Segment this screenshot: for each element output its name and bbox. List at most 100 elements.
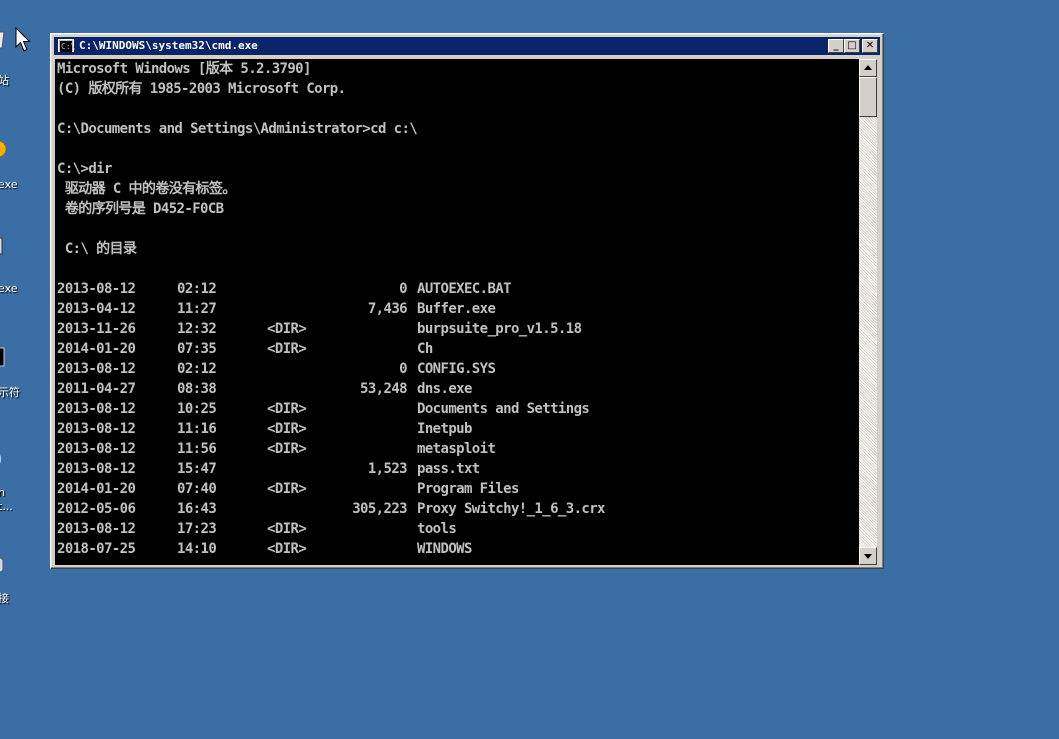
entry-time: 02:12 <box>177 281 217 297</box>
desktop-icon-connection[interactable]: 接 <box>0 550 40 620</box>
entry-dir-flag: <DIR> <box>267 541 307 557</box>
arrow-down-icon <box>864 554 872 559</box>
entry-date: 2014-01-20 <box>57 481 136 497</box>
entry-time: 11:27 <box>177 301 217 317</box>
entry-name: pass.txt <box>417 461 480 477</box>
entry-date: 2011-04-27 <box>57 381 136 397</box>
connection-icon <box>0 557 4 573</box>
app-exe-icon-1 <box>0 140 6 158</box>
entry-name: metasploit <box>417 441 496 457</box>
entry-name: burpsuite_pro_v1.5.18 <box>417 321 582 337</box>
entry-name: Proxy Switchy!_1_6_3.crx <box>417 501 605 517</box>
entry-name: CONFIG.SYS <box>417 361 496 377</box>
minimize-button[interactable]: _ <box>828 39 844 53</box>
desktop-icon-app-2[interactable]: exe <box>0 230 40 300</box>
dir-listing-row: 2014-01-20 07:40 <DIR> Program Files <box>55 479 859 499</box>
entry-date: 2018-07-25 <box>57 541 136 557</box>
entry-size: 0 <box>399 281 407 297</box>
entry-date: 2013-08-12 <box>57 461 136 477</box>
desktop-icon-label: 示符 <box>0 386 20 399</box>
window-titlebar[interactable]: C:\ C:\WINDOWS\system32\cmd.exe _ □ ✕ <box>54 37 880 55</box>
entry-dir-flag: <DIR> <box>267 401 307 417</box>
entry-dir-flag: <DIR> <box>267 481 307 497</box>
entry-size: 1,523 <box>367 461 408 477</box>
command-prompt-shortcut-icon <box>0 347 5 367</box>
entry-date: 2012-05-06 <box>57 501 136 517</box>
entry-date: 2013-08-12 <box>57 521 136 537</box>
dir-listing-row: 2013-08-12 17:23 <DIR> tools <box>55 519 859 539</box>
entry-dir-flag: <DIR> <box>267 341 307 357</box>
entry-name: Buffer.exe <box>417 301 496 317</box>
entry-time: 10:25 <box>177 401 217 417</box>
entry-name: Inetpub <box>417 421 472 437</box>
entry-size: 0 <box>399 361 407 377</box>
console-output[interactable]: Microsoft Windows [版本 5.2.3790] (C) 版权所有… <box>55 59 859 565</box>
console-line: C:\Documents and Settings\Administrator>… <box>57 121 418 137</box>
dir-listing-row: 2013-08-12 02:12 0 AUTOEXEC.BAT <box>55 279 859 299</box>
console-line: 驱动器 C 中的卷没有标签。 <box>57 181 236 197</box>
entry-time: 16:43 <box>177 501 217 517</box>
entry-date: 2013-11-26 <box>57 321 136 337</box>
entry-time: 07:40 <box>177 481 217 497</box>
entry-time: 07:35 <box>177 341 217 357</box>
entry-date: 2013-04-12 <box>57 301 136 317</box>
desktop-icon-app-1[interactable]: exe <box>0 130 40 200</box>
cmd-window[interactable]: C:\ C:\WINDOWS\system32\cmd.exe _ □ ✕ Mi… <box>50 33 884 569</box>
dir-listing-row: 2013-11-26 12:32 <DIR> burpsuite_pro_v1.5.1… <box>55 319 859 339</box>
entry-date: 2013-08-12 <box>57 421 136 437</box>
dir-listing-row: 2014-01-20 07:35 <DIR> Ch <box>55 339 859 359</box>
entry-name: Ch <box>417 341 433 357</box>
dir-listing-row: 2011-04-27 08:38 53,248 dns.exe <box>55 379 859 399</box>
dir-listing-row: 2013-08-12 11:56 <DIR> metasploit <box>55 439 859 459</box>
maximize-button[interactable]: □ <box>844 39 860 53</box>
entry-time: 11:56 <box>177 441 217 457</box>
entry-date: 2013-08-12 <box>57 401 136 417</box>
desktop-icon-label: exe <box>0 282 18 295</box>
vertical-scrollbar[interactable] <box>859 59 877 565</box>
entry-time: 12:32 <box>177 321 217 337</box>
entry-size: 7,436 <box>367 301 408 317</box>
entry-dir-flag: <DIR> <box>267 521 307 537</box>
entry-name: Program Files <box>417 481 519 497</box>
dir-listing-row: 2018-07-25 14:10 <DIR> WINDOWS <box>55 539 859 559</box>
scroll-up-button[interactable] <box>859 59 877 77</box>
dir-listing-row: 2013-08-12 11:16 <DIR> Inetpub <box>55 419 859 439</box>
entry-time: 11:16 <box>177 421 217 437</box>
entry-time: 17:23 <box>177 521 217 537</box>
entry-dir-flag: <DIR> <box>267 421 307 437</box>
desktop-icon-label: exe <box>0 178 18 191</box>
entry-date: 2013-08-12 <box>57 361 136 377</box>
recycle-bin-icon <box>0 31 5 49</box>
entry-name: WINDOWS <box>417 541 472 557</box>
app-exe-icon-2 <box>0 237 3 255</box>
dir-listing-row: 2013-08-12 15:47 1,523 pass.txt <box>55 459 859 479</box>
arrow-up-icon <box>864 65 872 70</box>
dir-listing-row: 2013-08-12 02:12 0 CONFIG.SYS <box>55 359 859 379</box>
entry-time: 02:12 <box>177 361 217 377</box>
dir-listing-row: 2013-04-12 11:27 7,436 Buffer.exe <box>55 299 859 319</box>
desktop-icon-label: 接 <box>0 592 9 605</box>
scrollbar-thumb[interactable] <box>859 77 877 117</box>
entry-time: 14:10 <box>177 541 217 557</box>
entry-date: 2013-08-12 <box>57 281 136 297</box>
entry-dir-flag: <DIR> <box>267 321 307 337</box>
entry-name: dns.exe <box>417 381 472 397</box>
entry-size: 53,248 <box>360 381 408 397</box>
network-app-icon <box>0 454 2 464</box>
dir-listing-row: 2013-08-12 10:25 <DIR> Documents and Settin… <box>55 399 859 419</box>
cmd-app-icon[interactable]: C:\ <box>58 39 75 52</box>
scroll-down-button[interactable] <box>859 547 877 565</box>
desktop-icon-command-prompt[interactable]: 示符 <box>0 340 40 410</box>
entry-time: 15:47 <box>177 461 217 477</box>
mouse-cursor-icon <box>15 27 31 52</box>
desktop-icon-label: 站 <box>0 74 9 87</box>
desktop-icon-network-app[interactable]: n t... <box>0 440 40 520</box>
entry-name: Documents and Settings <box>417 401 590 417</box>
desktop-icon-label: n t... <box>0 486 13 513</box>
console-line: C:\>dir <box>57 161 112 177</box>
close-button[interactable]: ✕ <box>862 39 878 53</box>
